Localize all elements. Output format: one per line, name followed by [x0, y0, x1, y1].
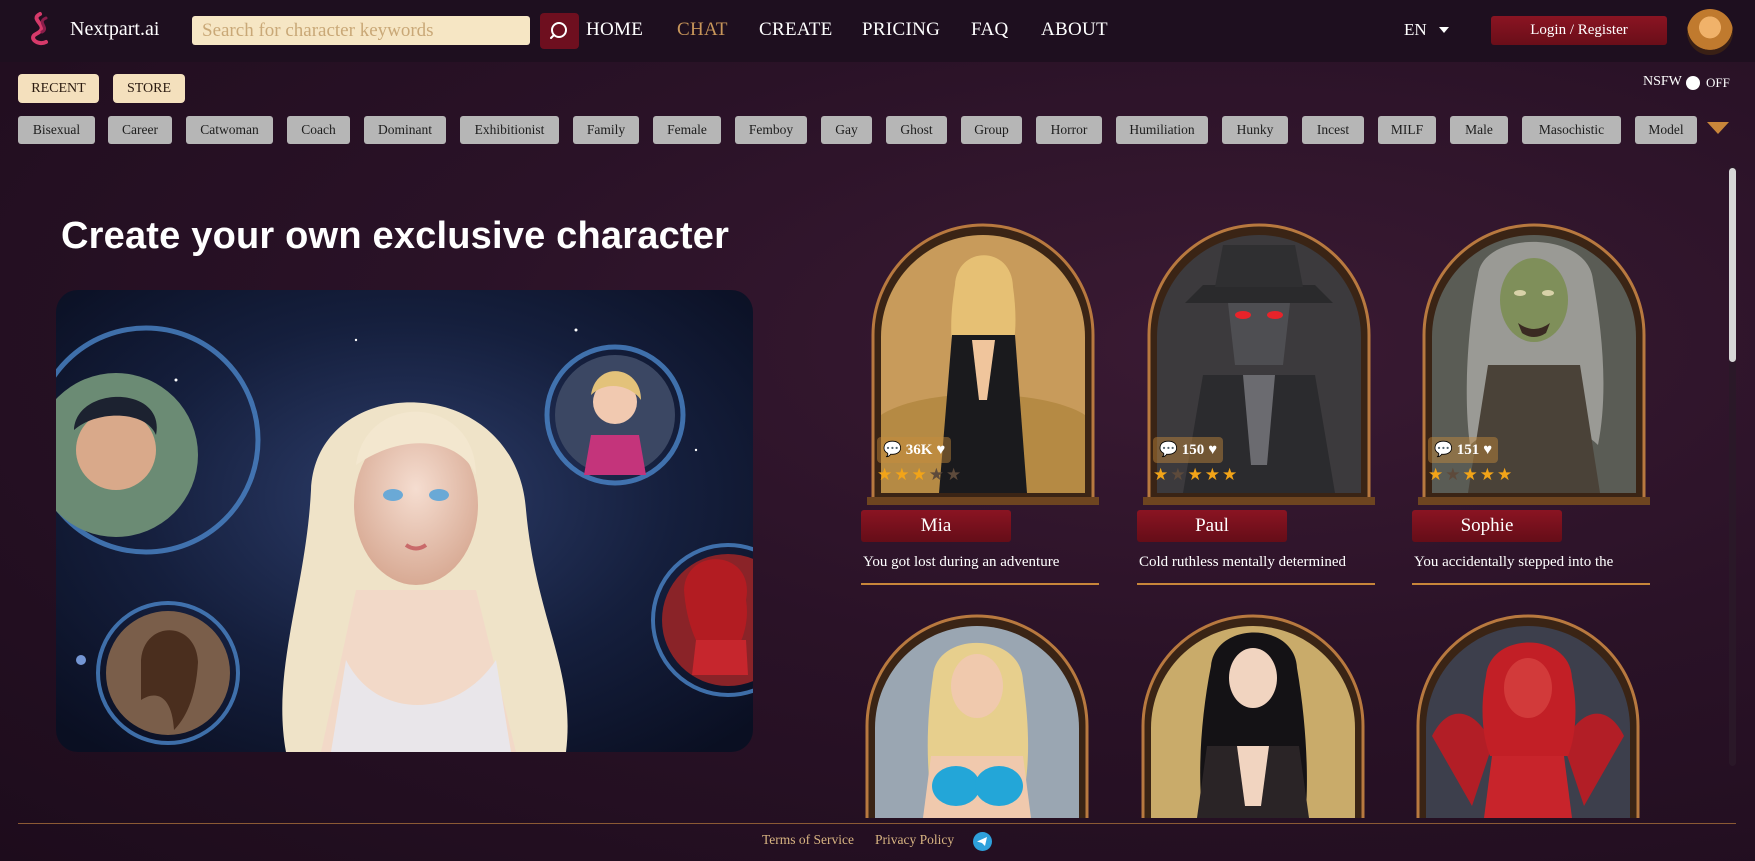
top-header: Nextpart.ai HOME CHAT CREATE PRICING FAQ… [0, 0, 1755, 62]
divider [1137, 583, 1375, 585]
avatar[interactable] [1687, 9, 1733, 55]
tag-gay[interactable]: Gay [821, 116, 872, 144]
tag-dominant[interactable]: Dominant [364, 116, 446, 144]
heart-icon[interactable]: ♥ [936, 437, 945, 463]
tag-model[interactable]: Model [1635, 116, 1697, 144]
tag-female[interactable]: Female [653, 116, 721, 144]
chat-count: 151 [1456, 442, 1480, 458]
tag-catwoman[interactable]: Catwoman [186, 116, 273, 144]
search-input[interactable] [192, 16, 530, 45]
character-description: You accidentally stepped into the [1414, 554, 1614, 570]
expand-tags-icon[interactable] [1707, 122, 1729, 134]
chat-bubble-icon: 💬 [1159, 442, 1178, 458]
character-portrait[interactable] [1137, 606, 1369, 818]
rating-stars: ★★★★★ [1153, 465, 1240, 484]
tag-ghost[interactable]: Ghost [886, 116, 947, 144]
chat-count-badge: 💬 150 ♥ [1153, 437, 1224, 463]
tag-masochistic[interactable]: Masochistic [1522, 116, 1621, 144]
heart-icon[interactable]: ♥ [1483, 437, 1492, 463]
tag-bisexual[interactable]: Bisexual [18, 116, 95, 144]
search-button[interactable] [540, 13, 579, 49]
tag-career[interactable]: Career [108, 116, 172, 144]
privacy-policy-link[interactable]: Privacy Policy [875, 832, 954, 848]
character-name[interactable]: Mia [861, 510, 1011, 542]
telegram-icon[interactable] [973, 832, 992, 851]
divider [1412, 583, 1650, 585]
character-card[interactable] [1131, 606, 1371, 818]
nsfw-label: NSFW [1643, 74, 1682, 89]
language-select[interactable]: EN [1404, 20, 1451, 40]
character-description: You got lost during an adventure [863, 554, 1060, 570]
heart-icon[interactable]: ♥ [1208, 437, 1217, 463]
tag-femboy[interactable]: Femboy [735, 116, 807, 144]
recent-tab[interactable]: RECENT [18, 74, 99, 103]
terms-of-service-link[interactable]: Terms of Service [762, 832, 854, 848]
brand-name[interactable]: Nextpart.ai [70, 18, 159, 41]
tag-male[interactable]: Male [1450, 116, 1508, 144]
nav-pricing[interactable]: PRICING [862, 19, 940, 41]
brand-logo-icon[interactable] [22, 10, 58, 50]
search-icon [550, 22, 567, 39]
tag-milf[interactable]: MILF [1378, 116, 1436, 144]
nav-faq[interactable]: FAQ [971, 19, 1009, 41]
character-card[interactable] [855, 606, 1095, 818]
tag-coach[interactable]: Coach [287, 116, 350, 144]
tag-group[interactable]: Group [961, 116, 1022, 144]
paper-plane-icon [977, 837, 987, 846]
tag-humiliation[interactable]: Humiliation [1116, 116, 1208, 144]
login-register-button[interactable]: Login / Register [1491, 16, 1667, 45]
hero-illustration [56, 290, 753, 752]
nav-chat[interactable]: CHAT [677, 19, 728, 41]
rating-stars: ★★★★★ [1428, 465, 1515, 484]
nsfw-toggle[interactable] [1686, 76, 1700, 90]
chevron-down-icon [1438, 27, 1449, 33]
tag-exhibitionist[interactable]: Exhibitionist [460, 116, 559, 144]
scrollbar-thumb[interactable] [1729, 168, 1736, 362]
nsfw-state: OFF [1706, 75, 1730, 90]
character-description: Cold ruthless mentally determined [1139, 554, 1347, 570]
chat-count-badge: 💬 36K ♥ [877, 437, 952, 463]
character-name[interactable]: Paul [1137, 510, 1287, 542]
hero-banner-image[interactable] [56, 290, 753, 752]
chat-count-badge: 💬 151 ♥ [1428, 437, 1499, 463]
chat-bubble-icon: 💬 [883, 442, 902, 458]
page-title: Create your own exclusive character [61, 215, 730, 257]
tag-hunky[interactable]: Hunky [1222, 116, 1288, 144]
nav-about[interactable]: ABOUT [1041, 19, 1108, 41]
divider [861, 583, 1099, 585]
store-tab[interactable]: STORE [113, 74, 185, 103]
tag-horror[interactable]: Horror [1036, 116, 1102, 144]
character-card[interactable] [1406, 606, 1646, 818]
character-name[interactable]: Sophie [1412, 510, 1562, 542]
tag-family[interactable]: Family [573, 116, 639, 144]
character-portrait[interactable] [861, 606, 1093, 818]
chat-count: 36K [905, 442, 933, 458]
rating-stars: ★★★★★ [877, 465, 964, 484]
chat-count: 150 [1181, 442, 1205, 458]
footer-divider [18, 823, 1736, 824]
nav-home[interactable]: HOME [586, 19, 643, 41]
chat-bubble-icon: 💬 [1434, 442, 1453, 458]
character-portrait[interactable] [1412, 606, 1644, 818]
tag-incest[interactable]: Incest [1302, 116, 1364, 144]
language-value: EN [1404, 20, 1427, 39]
nav-create[interactable]: CREATE [759, 19, 833, 41]
